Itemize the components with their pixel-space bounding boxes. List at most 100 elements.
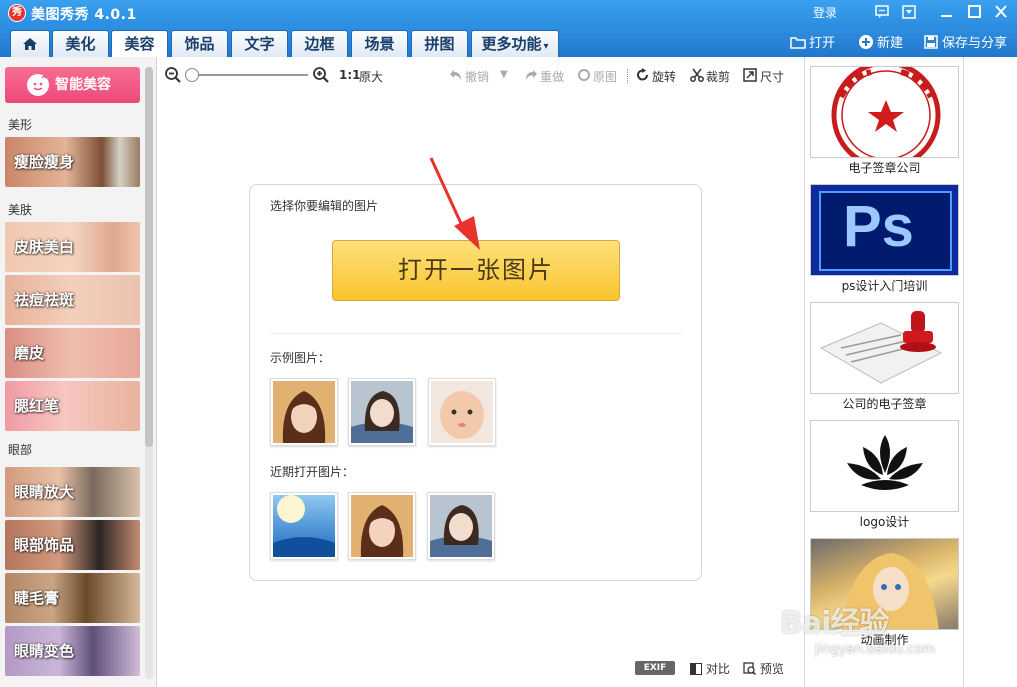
tab-beauty[interactable]: 美容 <box>111 30 168 57</box>
undo-icon <box>450 70 461 80</box>
feature-acne-removal[interactable]: 祛痘祛斑 <box>5 275 140 325</box>
feedback-icon[interactable] <box>872 3 892 21</box>
ad-image-stamp-document <box>810 302 959 394</box>
category-skin: 美肤 <box>8 203 33 217</box>
home-icon <box>21 38 39 57</box>
minimize-icon[interactable] <box>936 3 956 21</box>
feature-eye-color-change[interactable]: 眼睛变色 <box>5 626 140 676</box>
feature-blush-brush[interactable]: 腮红笔 <box>5 381 140 431</box>
annotation-arrow-icon <box>429 157 480 250</box>
zoom-slider-knob[interactable] <box>185 68 199 82</box>
card-divider <box>270 333 683 334</box>
example-image-baby <box>431 381 493 443</box>
feature-slim-face-body[interactable]: 瘦脸瘦身 <box>5 137 140 187</box>
compare-label: 对比 <box>705 662 730 676</box>
ad-item[interactable]: 电子签章公司 <box>810 66 959 176</box>
tab-more-label: 更多功能 <box>481 35 542 53</box>
folder-icon <box>790 34 806 50</box>
recent-image-moon-sky <box>273 495 335 557</box>
zoom-ratio-button[interactable]: 1:1 <box>339 68 361 82</box>
login-link[interactable]: 登录 <box>813 4 837 21</box>
tab-beautify[interactable]: 美化 <box>52 30 109 57</box>
smart-beauty-label: 智能美容 <box>55 77 111 93</box>
example-image-girl-bangs <box>273 381 335 443</box>
tab-bar: 美化 美容 饰品 文字 边框 场景 拼图 更多功能 ▾ 打开 新建 保存与分享 <box>0 26 1017 57</box>
ad-image-seal <box>810 66 959 158</box>
ad-item[interactable]: Ps ps设计入门培训 <box>810 184 959 294</box>
zoom-out-icon[interactable] <box>164 66 182 84</box>
compare-button[interactable]: 对比 <box>690 660 730 677</box>
skin-menu-icon[interactable] <box>899 3 919 21</box>
right-ad-panel: 电子签章公司 Ps ps设计入门培训 公司的电子签章 logo设计 动画制作 <box>804 57 964 687</box>
exif-button[interactable]: EXIF <box>635 661 675 675</box>
compare-icon <box>690 663 702 675</box>
zoom-slider-track[interactable] <box>188 74 308 76</box>
save-share-label: 保存与分享 <box>942 36 1008 51</box>
card-prompt: 选择你要编辑的图片 <box>270 199 379 213</box>
tab-scene[interactable]: 场景 <box>351 30 408 57</box>
original-size-button[interactable]: 原大 <box>359 68 383 85</box>
preview-icon <box>743 662 757 676</box>
example-thumbnail[interactable] <box>270 378 338 446</box>
original-image-button[interactable]: 原图 <box>593 68 617 85</box>
ad-image-photoshop: Ps <box>810 184 959 276</box>
undo-button[interactable]: 撤销 <box>465 68 489 85</box>
rotate-icon <box>637 68 648 81</box>
ps-logo-text: Ps <box>843 194 914 259</box>
example-thumbnail[interactable] <box>428 378 496 446</box>
close-icon[interactable] <box>991 3 1011 21</box>
redo-icon <box>526 70 537 80</box>
tab-collage[interactable]: 拼图 <box>411 30 468 57</box>
app-title: 美图秀秀 4.0.1 <box>31 7 137 23</box>
original-image-icon <box>578 69 590 81</box>
left-feature-panel: 智能美容 美形 瘦脸瘦身 美肤 皮肤美白 祛痘祛斑 磨皮 腮红笔 眼部 眼睛放大… <box>0 57 157 687</box>
redo-button[interactable]: 重做 <box>540 68 564 85</box>
new-file-button[interactable]: 新建 <box>858 34 903 52</box>
crop-button[interactable]: 裁剪 <box>706 68 730 85</box>
undo-history-dropdown[interactable]: ▼ <box>500 69 508 80</box>
preview-button[interactable]: 预览 <box>743 660 784 677</box>
watermark-brand: Bai经验 <box>780 606 889 641</box>
tab-more[interactable]: 更多功能 ▾ <box>471 30 559 57</box>
title-bar: 秀 美图秀秀 4.0.1 登录 <box>0 0 1017 26</box>
save-share-button[interactable]: 保存与分享 <box>923 34 1007 52</box>
tab-home[interactable] <box>10 30 50 57</box>
app-logo: 秀 <box>8 4 26 22</box>
rotate-button[interactable]: 旋转 <box>652 68 676 85</box>
smart-face-icon <box>27 74 49 96</box>
open-file-button[interactable]: 打开 <box>790 34 835 52</box>
feature-skin-whiten[interactable]: 皮肤美白 <box>5 222 140 272</box>
recent-image-girl-bangs <box>351 495 413 557</box>
left-panel-scrollbar[interactable] <box>145 67 153 679</box>
category-eyes: 眼部 <box>8 443 33 457</box>
ad-caption: ps设计入门培训 <box>841 279 928 293</box>
example-thumbnail[interactable] <box>348 378 416 446</box>
watermark-url: jingyan.baidu.com <box>815 642 935 657</box>
ad-item[interactable]: 公司的电子签章 <box>810 302 959 412</box>
ad-item[interactable]: logo设计 <box>810 420 959 530</box>
recent-label: 近期打开图片： <box>270 465 355 479</box>
size-button[interactable]: 尺寸 <box>760 68 784 85</box>
recent-thumbnail[interactable] <box>427 492 495 560</box>
feature-eye-enlarge[interactable]: 眼睛放大 <box>5 467 140 517</box>
maximize-icon[interactable] <box>964 3 984 21</box>
feature-eye-decoration[interactable]: 眼部饰品 <box>5 520 140 570</box>
recent-thumbnail[interactable] <box>270 492 338 560</box>
chevron-down-icon: ▾ <box>543 41 549 52</box>
tab-text[interactable]: 文字 <box>231 30 288 57</box>
smart-beauty-button[interactable]: 智能美容 <box>5 67 140 103</box>
new-file-label: 新建 <box>877 36 904 51</box>
toolbar-divider <box>627 69 628 83</box>
recent-image-girl-selfie <box>430 495 492 557</box>
category-shape: 美形 <box>8 118 33 132</box>
ad-caption: 电子签章公司 <box>848 161 921 175</box>
tab-frame[interactable]: 边框 <box>291 30 348 57</box>
feature-mascara[interactable]: 睫毛膏 <box>5 573 140 623</box>
scissors-icon <box>690 68 704 82</box>
zoom-in-icon[interactable] <box>312 66 330 84</box>
preview-label: 预览 <box>759 662 784 676</box>
feature-skin-smooth[interactable]: 磨皮 <box>5 328 140 378</box>
tab-accessories[interactable]: 饰品 <box>171 30 228 57</box>
recent-thumbnail[interactable] <box>348 492 416 560</box>
scrollbar-thumb[interactable] <box>145 67 153 447</box>
